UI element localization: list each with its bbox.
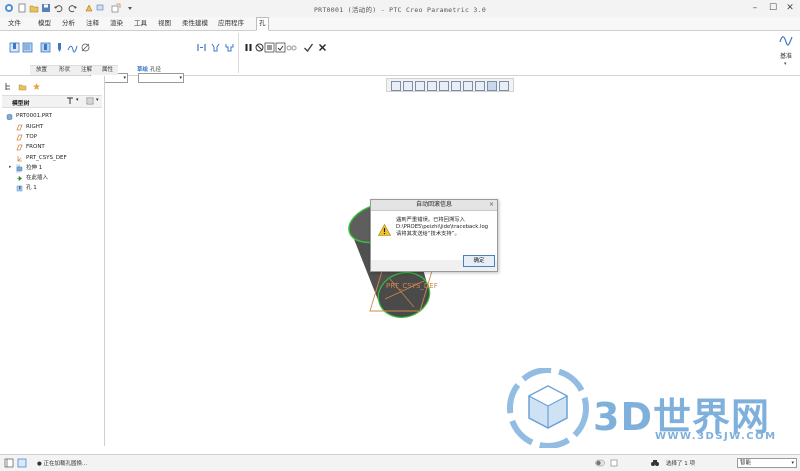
datum-dropdown-icon[interactable]: ▾ <box>784 61 787 67</box>
graphics-toolbar <box>386 78 514 92</box>
model-tree-tab-icon[interactable] <box>4 82 13 91</box>
tab-flexible-modeling[interactable]: 柔性建模 <box>180 18 210 29</box>
tab-view[interactable]: 视图 <box>156 18 173 29</box>
watermark-url: WWW.3DSJW.COM <box>655 431 777 442</box>
menu-bar: 文件 模型 分析 注释 渲染 工具 视图 柔性建模 应用程序 孔 ? <box>0 17 800 44</box>
counterbore-icon[interactable] <box>224 42 235 53</box>
datum-plane-icon <box>16 134 23 141</box>
zoom-out-icon[interactable] <box>415 81 425 91</box>
part-icon <box>6 113 13 120</box>
standard-hole-icon[interactable] <box>22 42 33 53</box>
tab-tools[interactable]: 工具 <box>132 18 149 29</box>
filter-chevron-down-icon: ▾ <box>791 460 794 466</box>
dialog-message-line-2: D:\PROE5\peizhi\jide\traceback.log <box>396 224 489 230</box>
sketch-label: 草绘 <box>137 67 149 73</box>
repaint-icon[interactable] <box>427 81 437 91</box>
navigator-toggle-icon[interactable] <box>4 458 14 468</box>
countersink-icon[interactable] <box>210 42 221 53</box>
saved-orientations-icon[interactable] <box>451 81 461 91</box>
tab-placement[interactable]: 放置 <box>36 66 47 74</box>
insert-here-icon <box>17 175 22 182</box>
dialog-title: 自动回滚信息 <box>371 200 497 211</box>
refit-icon[interactable] <box>391 81 401 91</box>
datum-plane-icon <box>16 144 23 151</box>
depth-flip-icon[interactable] <box>196 42 207 53</box>
ribbon: ▾ ▾ 基准 ▾ <box>0 31 800 83</box>
datum-icon[interactable] <box>779 33 793 47</box>
perspective-view-icon[interactable] <box>475 81 485 91</box>
view-manager-icon[interactable] <box>463 81 473 91</box>
minimize-button[interactable]: – <box>748 2 762 14</box>
tab-analysis[interactable]: 分析 <box>60 18 77 29</box>
tab-shape[interactable]: 形状 <box>59 66 70 74</box>
ribbon-divider <box>238 33 239 73</box>
browser-toggle-icon[interactable] <box>17 458 27 468</box>
settings-icon[interactable] <box>66 97 74 105</box>
flat-drill-icon[interactable] <box>40 42 51 53</box>
model-tree-header: 模型树 ▾ ▾ <box>2 95 102 108</box>
tab-annotate[interactable]: 注释 <box>84 18 101 29</box>
sketch-profile-icon[interactable] <box>67 42 78 53</box>
regen-status-icon[interactable] <box>610 459 618 467</box>
selection-filter-dropdown[interactable]: 智能 ▾ <box>737 458 797 468</box>
expand-arrow-icon[interactable]: ▸ <box>9 164 12 170</box>
dialog-message-line-3: 请将其发送给“技术支持”。 <box>396 231 460 237</box>
title-bar: PRT0001 (活动的) - PTC Creo Parametric 3.0 … <box>0 0 800 18</box>
extrude-icon <box>16 165 23 172</box>
tab-model[interactable]: 模型 <box>36 18 53 29</box>
tab-hole[interactable]: 孔 <box>256 17 269 31</box>
dialog-body: 遇到严重错误。已将回溯写入 D:\PROE5\peizhi\jide\trace… <box>371 211 497 260</box>
show-dropdown-icon[interactable]: ▾ <box>96 97 99 103</box>
tree-item-extrude[interactable]: 拉伸 1 <box>16 164 42 173</box>
maximize-button[interactable]: ☐ <box>766 2 780 14</box>
tab-note[interactable]: 注解 <box>81 66 92 74</box>
model-tree-panel: 模型树 ▾ ▾ PRT0001.PRT RIGHT TOP FRONT PRT_… <box>0 76 105 446</box>
selection-filter-value: 智能 <box>740 460 752 466</box>
simple-hole-icon[interactable] <box>9 42 20 53</box>
zoom-in-icon[interactable] <box>403 81 413 91</box>
rollback-dialog: 自动回滚信息 × 遇到严重错误。已将回溯写入 D:\PROE5\peizhi\j… <box>370 199 498 272</box>
tab-properties[interactable]: 属性 <box>102 66 113 74</box>
dialog-close-button[interactable]: × <box>489 200 494 210</box>
csys-label: PRT_CSYS_DEF <box>386 282 438 290</box>
datum-display-filters-icon[interactable] <box>487 81 497 91</box>
model-tree-title: 模型树 <box>12 101 30 107</box>
ok-check-icon[interactable] <box>303 42 314 53</box>
display-style-icon[interactable] <box>439 81 449 91</box>
ok-button[interactable]: 确定 <box>463 255 495 267</box>
close-button[interactable]: ✕ <box>783 2 797 14</box>
window-title: PRT0001 (活动的) - PTC Creo Parametric 3.0 <box>313 6 487 14</box>
tab-applications[interactable]: 应用程序 <box>216 18 246 29</box>
panel-tab-strip <box>3 82 43 92</box>
status-message: ● 正在加载孔圆换... <box>37 461 88 467</box>
favorites-tab-icon[interactable] <box>32 82 41 91</box>
geometry-preview-icon[interactable] <box>264 42 275 53</box>
datum-plane-icon <box>16 124 23 131</box>
selection-count: 选择了 1 项 <box>666 461 695 467</box>
hole-icon <box>16 185 23 192</box>
find-icon[interactable] <box>650 458 660 468</box>
show-icon[interactable] <box>86 97 94 105</box>
folder-browser-tab-icon[interactable] <box>18 82 27 91</box>
hole-diameter-label: 孔径 <box>150 67 162 73</box>
diameter-icon[interactable] <box>80 42 91 53</box>
status-bar: ● 正在加载孔圆换... 选择了 1 项 智能 ▾ <box>0 454 800 471</box>
graphics-toggle-icon[interactable] <box>595 459 605 467</box>
csys-icon <box>17 156 22 162</box>
tab-render[interactable]: 渲染 <box>108 18 125 29</box>
datum-label[interactable]: 基准 <box>780 51 792 60</box>
verify-icon[interactable] <box>275 42 286 53</box>
dialog-message-line-1: 遇到严重错误。已将回溯写入 <box>396 217 465 223</box>
settings-dropdown-icon[interactable]: ▾ <box>76 97 79 103</box>
watermark-logo <box>507 368 589 448</box>
warning-icon <box>378 224 391 236</box>
pause-icon[interactable] <box>243 42 254 53</box>
glasses-preview-icon[interactable] <box>286 42 297 53</box>
tab-file[interactable]: 文件 <box>6 18 23 29</box>
standard-drill-icon[interactable] <box>54 42 65 53</box>
annotation-display-icon[interactable] <box>499 81 509 91</box>
depth-dropdown[interactable]: ▾ <box>138 73 184 83</box>
cancel-x-icon[interactable] <box>317 42 328 53</box>
